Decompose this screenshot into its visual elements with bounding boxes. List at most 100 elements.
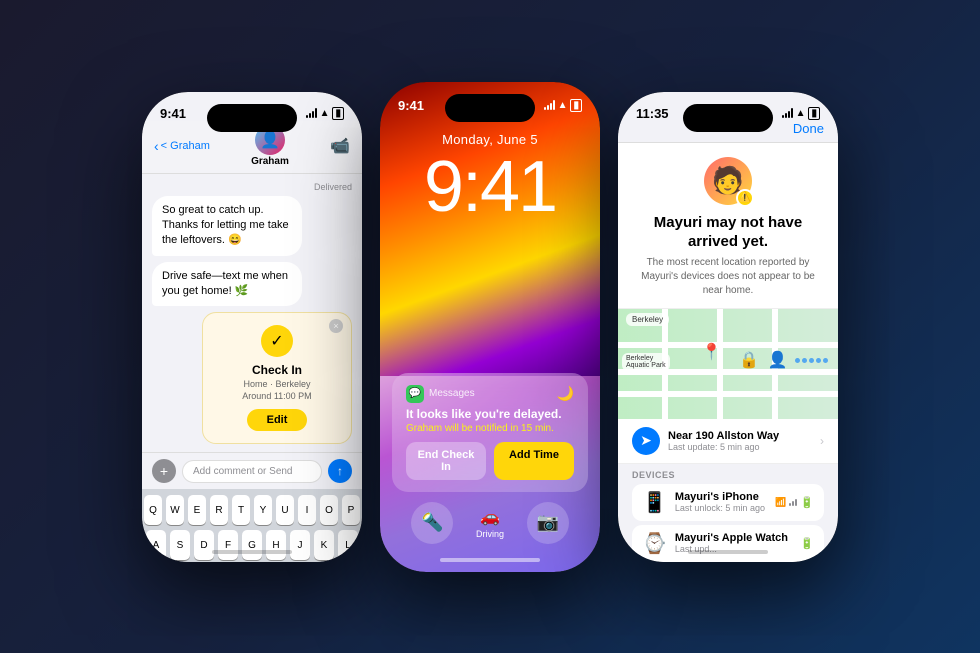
wifi-status-icon: 📶 [775,497,786,508]
camera-button[interactable]: 📷 [527,502,569,544]
message-text-1: So great to catch up. Thanks for letting… [162,204,289,247]
key-o[interactable]: O [320,495,338,525]
battery-icon-3: ▮ [808,107,820,120]
wifi-icon-1: ▲ [320,108,330,119]
signal-icon-2 [544,100,555,110]
key-i[interactable]: I [298,495,316,525]
map-label-berkeley: Berkeley [626,313,669,326]
location-pin-lock: 🔒 [739,350,759,370]
checkin-close-button[interactable]: × [329,319,343,333]
status-time-3: 11:35 [636,106,669,121]
signal-icon-3 [782,108,793,118]
flashlight-icon: 🔦 [421,512,443,533]
map-label-aquatic: BerkeleyAquatic Park [622,353,670,371]
flashlight-button[interactable]: 🔦 [411,502,453,544]
status-icons-3: ▲ ▮ [782,107,820,120]
message-bubble-2: Drive safe—text me when you get home! 🌿 [152,262,302,307]
iphone-info: Mayuri's iPhone Last unlock: 5 min ago [675,491,767,513]
key-r[interactable]: R [210,495,228,525]
add-attachment-button[interactable]: + [152,459,176,483]
watch-status-icons: 🔋 [800,537,814,550]
phone-lockscreen: 9:41 ▲ ▮ Monday, June 5 9:41 💬 Messa [380,82,600,572]
key-u[interactable]: U [276,495,294,525]
key-t[interactable]: T [232,495,250,525]
key-h[interactable]: H [266,530,286,560]
phone-findmy: 11:35 ▲ ▮ Done 🧑 ⚠️ Mayuri may [618,92,838,562]
lock-bottom-icons: 🔦 🚗 Driving 📷 [380,502,600,544]
key-e[interactable]: E [188,495,206,525]
key-d[interactable]: D [194,530,214,560]
key-g[interactable]: G [242,530,262,560]
done-button[interactable]: Done [793,121,824,136]
status-time-1: 9:41 [160,106,186,121]
location-pin-red: 📍 [702,342,722,362]
alert-avatar-wrapper: 🧑 ⚠️ [704,157,752,205]
key-s[interactable]: S [170,530,190,560]
location-address: Near 190 Allston Way [668,430,812,442]
status-icons-2: ▲ ▮ [544,99,582,112]
phones-container: 9:41 ▲ ▮ ‹ < Graham 👤 Graham [122,62,858,592]
message-bubble-1: So great to catch up. Thanks for letting… [152,196,302,256]
map-background: 📍 🔒 👤 Berkeley BerkeleyAquatic Park [618,309,838,419]
lock-notification: 💬 Messages 🌙 It looks like you're delaye… [392,373,588,492]
checkin-edit-button[interactable]: Edit [247,409,308,431]
key-j[interactable]: J [290,530,310,560]
device-row-iphone: 📱 Mayuri's iPhone Last unlock: 5 min ago… [632,484,824,521]
location-info: Near 190 Allston Way Last update: 5 min … [668,430,812,452]
watch-name: Mayuri's Apple Watch [675,532,792,544]
signal-icon-1 [306,108,317,118]
key-y[interactable]: Y [254,495,272,525]
map-road-horizontal-3 [618,391,838,397]
dynamic-island-1 [207,104,297,132]
key-k[interactable]: K [314,530,334,560]
status-time-2: 9:41 [398,98,424,113]
notification-buttons: End Check In Add Time [406,442,574,480]
driving-label: Driving [476,529,504,539]
wifi-icon-3: ▲ [796,108,806,119]
send-button[interactable]: ↑ [328,459,352,483]
keyboard-row-2: A S D F G H J K L [146,530,358,560]
messages-body: Delivered So great to catch up. Thanks f… [142,174,362,453]
key-l[interactable]: L [338,530,358,560]
key-a[interactable]: A [146,530,166,560]
back-button[interactable]: ‹ < Graham [154,138,210,154]
messages-app-icon: 💬 [406,385,424,403]
location-trail-dots [795,358,828,363]
video-call-button[interactable]: 📹 [330,136,350,156]
location-chevron-icon: › [820,434,824,448]
notification-app-row: 💬 Messages [406,385,475,403]
devices-section: DEVICES 📱 Mayuri's iPhone Last unlock: 5… [618,464,838,562]
map-section: 📍 🔒 👤 Berkeley BerkeleyAquatic Park [618,309,838,419]
key-p[interactable]: P [342,495,360,525]
checkin-card: × ✓ Check In Home · Berkeley Around 11:0… [202,312,352,444]
chevron-left-icon: ‹ [154,138,159,154]
notification-app-name: Messages [429,388,475,399]
message-text-2: Drive safe—text me when you get home! 🌿 [162,270,288,297]
alert-title-text: Mayuri may not have arrived yet. [654,214,802,251]
checkin-location: Home · Berkeley [217,379,337,389]
key-w[interactable]: W [166,495,184,525]
notification-subtitle: Graham will be notified in 15 min. [406,423,574,434]
key-f[interactable]: F [218,530,238,560]
checkin-time: Around 11:00 PM [217,391,337,401]
iphone-icon: 📱 [642,490,667,515]
add-time-button[interactable]: Add Time [494,442,574,480]
checkin-title: Check In [217,363,337,377]
watch-icon: ⌚ [642,531,667,556]
message-input[interactable]: Add comment or Send [182,460,322,483]
alert-title: Mayuri may not have arrived yet. [632,213,824,252]
battery-icon-1: ▮ [332,107,344,120]
checkin-check-icon: ✓ [261,325,293,357]
dynamic-island-3 [683,104,773,132]
end-checkin-button[interactable]: End Check In [406,442,486,480]
location-row: ➤ Near 190 Allston Way Last update: 5 mi… [618,419,838,464]
notification-title: It looks like you're delayed. [406,407,574,421]
key-q[interactable]: Q [144,495,162,525]
contact-name: Graham [251,156,289,167]
iphone-battery-icon: 🔋 [800,496,814,509]
iphone-update: Last unlock: 5 min ago [675,503,767,513]
iphone-name: Mayuri's iPhone [675,491,767,503]
send-arrow-icon: ↑ [337,464,343,478]
map-road-vertical-2 [717,309,723,419]
driving-icon: 🚗 [480,507,500,527]
